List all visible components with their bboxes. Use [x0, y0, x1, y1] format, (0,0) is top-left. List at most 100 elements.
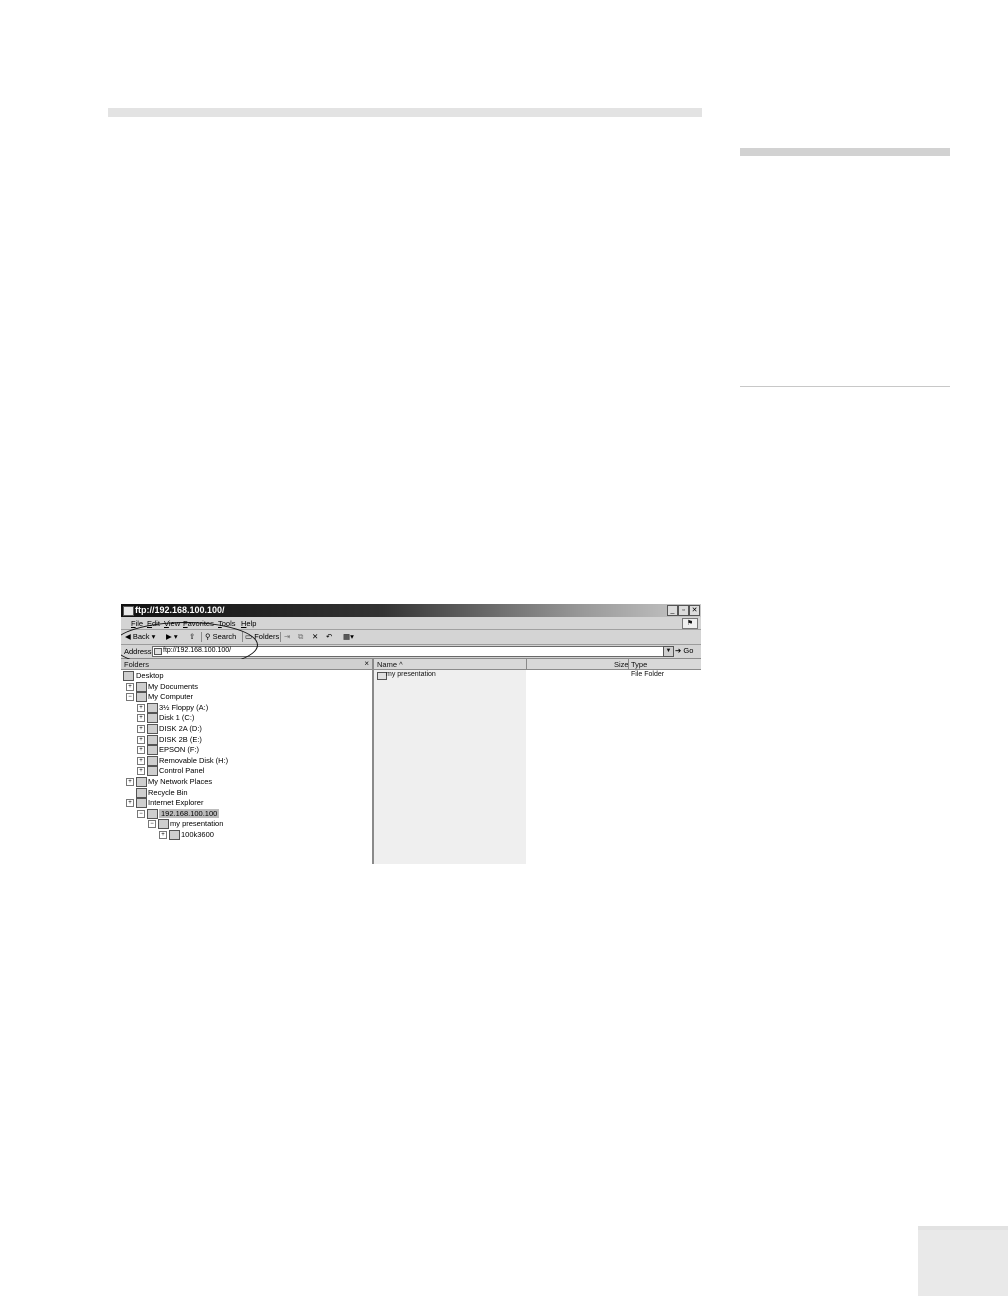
address-bar: Address ftp://192.168.100.100/ ▼ ➔ Go: [121, 645, 701, 659]
windows-logo-icon: ⚑: [682, 618, 698, 629]
search-button[interactable]: ⚲ Search: [205, 632, 236, 641]
copy-to-button[interactable]: ⧉: [298, 632, 303, 642]
folders-button[interactable]: ▭ Folders: [245, 632, 279, 641]
page-corner-tab: [918, 1224, 1008, 1296]
tree-item-label: DISK 2B (E:): [159, 734, 202, 744]
file-list-pane: Name ^ Size Type my presentation File Fo…: [374, 659, 701, 864]
standard-toolbar: ◀ Back ▾ ▶ ▾ ⇧ ⚲ Search ▭ Folders ⇥ ⧉ ✕ …: [121, 630, 701, 645]
folder-icon: [158, 819, 169, 830]
restore-button[interactable]: ▫: [678, 605, 689, 616]
expand-plus-icon[interactable]: +: [126, 682, 134, 691]
search-label: Search: [212, 632, 237, 641]
tree-item-label: 192.168.100.100: [159, 808, 220, 818]
tree-item-label: my presentation: [170, 819, 224, 829]
tree-item-label: 3½ Floppy (A:): [159, 702, 209, 712]
name-column-background: [374, 670, 526, 864]
folder-icon: [136, 787, 147, 798]
toolbar-separator: [201, 632, 202, 642]
address-dropdown-icon[interactable]: ▼: [663, 646, 674, 657]
expand-plus-icon[interactable]: +: [137, 746, 145, 755]
folder-icon: [136, 681, 147, 692]
collapse-minus-icon[interactable]: −: [137, 809, 145, 818]
address-value: ftp://192.168.100.100/: [163, 647, 232, 654]
expand-plus-icon[interactable]: +: [137, 735, 145, 744]
menu-file[interactable]: File: [131, 619, 143, 628]
folders-pane-title: Folders: [124, 660, 150, 669]
folder-icon: [147, 724, 158, 734]
folder-icon: [147, 702, 158, 713]
file-list-header: Name ^ Size Type: [374, 659, 701, 670]
move-to-button[interactable]: ⇥: [284, 632, 290, 641]
folders-label: Folders: [254, 632, 280, 641]
go-label: Go: [683, 646, 694, 655]
address-input[interactable]: ftp://192.168.100.100/: [152, 646, 667, 657]
sort-ascending-icon: ^: [399, 660, 403, 669]
tree-item-label: DISK 2A (D:): [159, 724, 202, 733]
search-icon: ⚲: [205, 632, 211, 641]
menu-tools[interactable]: Tools: [218, 619, 236, 628]
up-folder-button[interactable]: ⇧: [189, 632, 195, 641]
menu-edit[interactable]: Edit: [147, 619, 160, 628]
folders-pane-close-icon[interactable]: ×: [364, 659, 369, 668]
back-button[interactable]: ◀ Back ▾: [125, 632, 155, 641]
tree-item-label: Recycle Bin: [148, 787, 188, 797]
column-header-name[interactable]: Name ^: [377, 660, 403, 669]
page-corner-tab-inner: [918, 1230, 1008, 1296]
folder-icon: [136, 692, 147, 703]
column-divider[interactable]: [628, 659, 629, 669]
folder-icon: [147, 713, 158, 724]
menu-help[interactable]: Help: [241, 619, 256, 628]
undo-icon: ↶: [326, 632, 333, 641]
tree-item-label: My Computer: [148, 692, 194, 702]
folders-icon: ▭: [245, 632, 253, 641]
folder-icon: [136, 798, 147, 809]
views-button[interactable]: ▦▾: [343, 632, 354, 641]
folders-pane: Folders × Desktop + My Documents − My Comput…: [121, 659, 374, 864]
close-button[interactable]: ✕: [689, 605, 700, 616]
collapse-minus-icon[interactable]: −: [126, 693, 134, 702]
tree-item-label: My Documents: [148, 681, 199, 691]
go-arrow-icon: ➔: [675, 646, 682, 655]
up-arrow-icon: ⇧: [189, 632, 196, 641]
menu-view[interactable]: View: [164, 619, 180, 628]
folder-icon: [123, 671, 134, 681]
undo-button[interactable]: ↶: [326, 632, 332, 641]
tree-item-label: Disk 1 (C:): [159, 713, 195, 723]
explorer-window-screenshot: ftp://192.168.100.100/ _ ▫ ✕ File Edit V…: [121, 604, 701, 864]
go-button[interactable]: ➔ Go: [675, 646, 693, 655]
sidebar-rule-bottom: [740, 386, 950, 387]
expand-plus-icon[interactable]: +: [137, 767, 145, 776]
collapse-minus-icon[interactable]: −: [148, 820, 156, 829]
folder-window-icon: [123, 606, 134, 616]
toolbar-separator: [242, 632, 243, 642]
file-row-type: File Folder: [631, 671, 665, 678]
file-row[interactable]: my presentation File Folder: [374, 671, 701, 680]
folders-pane-header: Folders ×: [121, 659, 372, 670]
folder-icon: [136, 777, 147, 787]
expand-plus-icon[interactable]: +: [126, 778, 134, 786]
tree-item-label: Control Panel: [159, 766, 205, 776]
tree-item-label: Internet Explorer: [148, 798, 204, 808]
expand-plus-icon[interactable]: +: [137, 725, 145, 733]
column-header-type[interactable]: Type: [631, 660, 647, 669]
folder-icon: [147, 766, 158, 777]
delete-button[interactable]: ✕: [312, 632, 318, 641]
column-header-size[interactable]: Size: [614, 660, 629, 669]
address-label: Address: [124, 647, 152, 656]
menu-favorites[interactable]: Favorites: [183, 619, 214, 628]
column-divider[interactable]: [526, 659, 527, 669]
folder-icon: [147, 745, 158, 756]
column-name-label: Name: [377, 660, 398, 669]
minimize-button[interactable]: _: [667, 605, 678, 616]
expand-plus-icon[interactable]: +: [137, 703, 145, 712]
window-title: ftp://192.168.100.100/: [135, 605, 225, 615]
expand-plus-icon[interactable]: +: [137, 756, 145, 765]
forward-button[interactable]: ▶ ▾: [166, 632, 178, 641]
expand-plus-icon[interactable]: +: [159, 831, 167, 839]
menu-bar: File Edit View Favorites Tools Help ⚑: [121, 617, 701, 630]
folder-icon: [147, 734, 158, 745]
ftp-site-icon: [154, 648, 162, 655]
forward-dropdown-icon: ▾: [171, 632, 178, 641]
expand-plus-icon[interactable]: +: [137, 714, 145, 723]
expand-plus-icon[interactable]: +: [126, 799, 134, 808]
